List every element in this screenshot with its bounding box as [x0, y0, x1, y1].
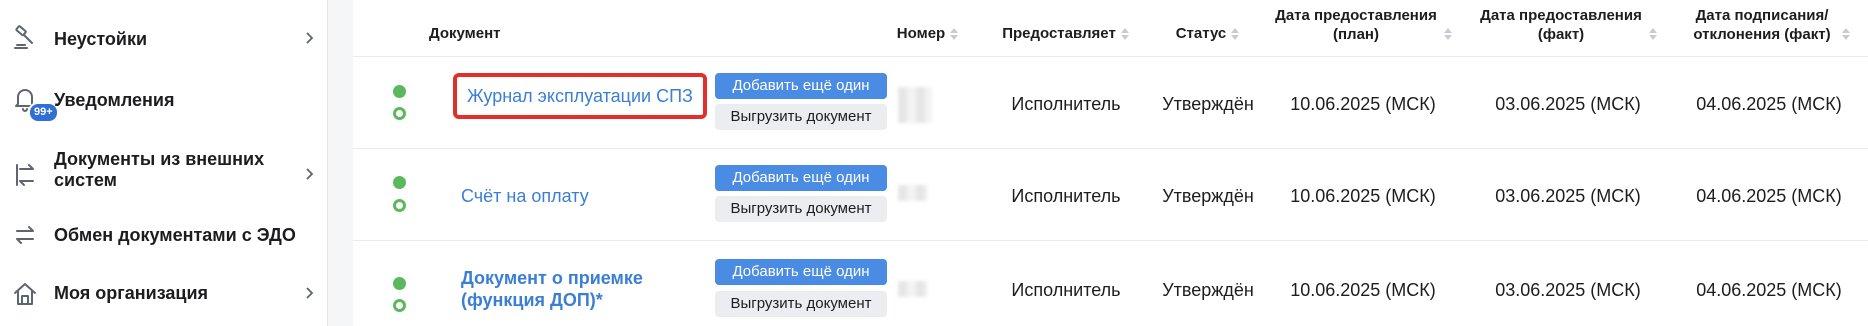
sidebar-item-notifications[interactable]: 99+ Уведомления [0, 80, 328, 130]
sidebar-item-label: Моя организация [54, 283, 209, 303]
document-link[interactable]: Журнал эксплуатации СПЗ [453, 73, 707, 119]
sidebar-item-external-docs[interactable]: Документы из внешних систем [0, 146, 328, 204]
date-fact-cell: 03.06.2025 (МСК) [1495, 94, 1641, 114]
provider-cell: Исполнитель [1011, 94, 1121, 114]
column-header-status[interactable]: Статус [1153, 24, 1263, 43]
sidebar-item-edo-exchange[interactable]: Обмен документами с ЭДО [0, 215, 328, 255]
chevron-right-icon [302, 31, 316, 45]
sidebar-item-penalties[interactable]: Неустойки [0, 18, 328, 58]
table-row: Журнал эксплуатации СПЗ Добавить ещё оди… [353, 56, 1868, 148]
table-row: Счёт на оплату Добавить ещё один Выгрузи… [353, 148, 1868, 240]
header-label: Дата предоставления (план) [1275, 7, 1437, 43]
document-link[interactable]: Документ о приемке (функция ДОП)* [461, 267, 661, 311]
exchange-icon [10, 220, 40, 250]
bell-icon: 99+ [10, 84, 59, 123]
status-dot-ring [393, 199, 406, 212]
swap-arrows-icon [10, 160, 40, 190]
redacted-number [898, 185, 928, 201]
column-header-date-plan[interactable]: Дата предоставления (план) [1263, 6, 1463, 44]
date-sign-cell: 04.06.2025 (МСК) [1696, 280, 1842, 300]
status-dot-filled [393, 85, 406, 98]
chevron-right-icon [302, 286, 316, 300]
sort-icon [1842, 28, 1850, 40]
add-another-button[interactable]: Добавить ещё один [715, 165, 887, 191]
home-icon [10, 279, 40, 309]
header-label: Номер [896, 25, 946, 42]
add-another-button[interactable]: Добавить ещё один [715, 259, 887, 285]
sidebar-item-label: Неустойки [54, 29, 148, 49]
status-cell: Утверждён [1162, 186, 1254, 206]
column-header-date-fact[interactable]: Дата предоставления (факт) [1468, 6, 1668, 44]
column-header-number[interactable]: Номер [878, 24, 978, 43]
gavel-icon [10, 23, 40, 53]
document-link[interactable]: Счёт на оплату [461, 185, 589, 207]
app-root: Неустойки 99+ Уведомления Документы из в… [0, 0, 1868, 326]
status-cell: Утверждён [1162, 280, 1254, 300]
table-row: Документ о приемке (функция ДОП)* Добави… [353, 240, 1868, 326]
column-header-provider[interactable]: Предоставляет [996, 24, 1136, 43]
date-plan-cell: 10.06.2025 (МСК) [1290, 186, 1436, 206]
header-label: Дата предоставления (факт) [1480, 7, 1642, 43]
date-plan-cell: 10.06.2025 (МСК) [1290, 94, 1436, 114]
chevron-right-icon [302, 167, 316, 181]
sort-icon [1120, 27, 1129, 40]
header-label: Статус [1175, 25, 1227, 42]
header-label: Дата подписания/ отклонения (факт) [1693, 7, 1831, 43]
sort-icon [1443, 28, 1452, 40]
sort-icon [1648, 28, 1657, 40]
redacted-number [898, 87, 932, 123]
date-fact-cell: 03.06.2025 (МСК) [1495, 280, 1641, 300]
status-cell: Утверждён [1162, 94, 1254, 114]
column-header-document: Документ [429, 24, 529, 43]
export-document-button[interactable]: Выгрузить документ [715, 196, 887, 222]
status-dot-ring [393, 299, 406, 312]
provider-cell: Исполнитель [1011, 280, 1121, 300]
export-document-button[interactable]: Выгрузить документ [715, 291, 887, 317]
date-sign-cell: 04.06.2025 (МСК) [1696, 186, 1842, 206]
sort-icon [1231, 27, 1240, 40]
status-dot-filled [393, 277, 406, 290]
column-header-date-sign[interactable]: Дата подписания/ отклонения (факт) [1671, 6, 1867, 44]
redacted-number [898, 281, 928, 297]
status-dot-filled [393, 176, 406, 189]
provider-cell: Исполнитель [1011, 186, 1121, 206]
status-dot-ring [393, 107, 406, 120]
sidebar-item-label: Уведомления [54, 90, 175, 110]
sidebar-item-label: Документы из внешних систем [54, 149, 265, 190]
header-label: Документ [429, 25, 501, 42]
header-label: Предоставляет [1002, 25, 1116, 42]
date-plan-cell: 10.06.2025 (МСК) [1290, 280, 1436, 300]
sidebar-item-label: Обмен документами с ЭДО [54, 225, 296, 245]
sort-icon [950, 27, 959, 40]
export-document-button[interactable]: Выгрузить документ [715, 104, 887, 130]
date-sign-cell: 04.06.2025 (МСК) [1696, 94, 1842, 114]
sidebar: Неустойки 99+ Уведомления Документы из в… [0, 0, 328, 326]
main-content: Документ Номер Предоставляет Статус Дата… [328, 0, 1868, 326]
date-fact-cell: 03.06.2025 (МСК) [1495, 186, 1641, 206]
add-another-button[interactable]: Добавить ещё один [715, 73, 887, 99]
documents-table: Документ Номер Предоставляет Статус Дата… [353, 0, 1868, 326]
sidebar-item-my-organization[interactable]: Моя организация [0, 274, 328, 314]
